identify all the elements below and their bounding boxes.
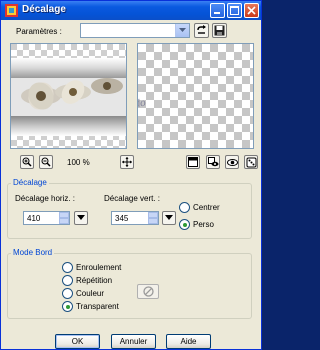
randomize-button[interactable]	[206, 155, 220, 169]
save-disk-icon	[214, 25, 225, 36]
chevron-down-icon	[165, 215, 173, 220]
radio-couleur-label[interactable]: Couleur	[76, 289, 104, 298]
no-color-icon	[142, 286, 154, 297]
watermark-text: © Les douceurs de Clodo	[137, 96, 147, 128]
vertical-offset-spinner[interactable]: 345	[111, 211, 159, 225]
preview-window-icon	[188, 157, 198, 167]
radio-centrer-label[interactable]: Centrer	[193, 203, 220, 212]
decalage-group-title: Décalage	[11, 178, 49, 187]
undo-arrow-icon	[197, 25, 206, 34]
radio-enroulement[interactable]	[62, 262, 73, 273]
window-title: Décalage	[22, 4, 66, 15]
close-icon	[247, 6, 256, 15]
reset-defaults-button[interactable]	[244, 155, 258, 169]
radio-repetition[interactable]	[62, 275, 73, 286]
color-swatch-button[interactable]	[137, 284, 159, 299]
help-button[interactable]: Aide	[166, 334, 211, 349]
radio-enroulement-label[interactable]: Enroulement	[76, 263, 121, 272]
preview-after[interactable]: © Les douceurs de Clodo	[137, 43, 254, 149]
ok-button-label: OK	[71, 337, 84, 346]
horizontal-offset-spinner[interactable]: 410	[23, 211, 70, 225]
presets-label: Paramètres :	[16, 27, 62, 36]
horizontal-offset-slider-button[interactable]	[74, 211, 88, 225]
dice-eye-icon	[207, 156, 218, 166]
close-button[interactable]	[244, 3, 259, 18]
presets-select[interactable]	[80, 23, 190, 38]
eye-icon	[226, 158, 238, 166]
save-preset-button[interactable]	[212, 23, 227, 38]
radio-transparent-label[interactable]: Transparent	[76, 302, 119, 311]
magnifier-plus-icon	[22, 157, 32, 167]
reset-preset-button[interactable]	[194, 23, 209, 38]
radio-centrer[interactable]	[179, 202, 190, 213]
horizontal-offset-label: Décalage horiz. :	[15, 194, 76, 203]
preview-before[interactable]	[10, 43, 127, 149]
chevron-down-icon	[77, 215, 85, 220]
vertical-offset-slider-button[interactable]	[162, 211, 176, 225]
preview-before-image	[11, 44, 126, 148]
minimize-button[interactable]	[210, 3, 225, 18]
radio-couleur[interactable]	[62, 288, 73, 299]
minimize-icon	[214, 12, 220, 14]
magnifier-minus-icon	[41, 157, 51, 167]
help-button-label: Aide	[180, 337, 197, 346]
pan-button[interactable]	[120, 155, 134, 169]
mode-bord-group-title: Mode Bord	[11, 248, 55, 257]
zoom-in-button[interactable]	[20, 155, 34, 169]
vertical-offset-value: 345	[115, 214, 129, 223]
chevron-down-icon	[179, 28, 186, 32]
mode-bord-group	[7, 253, 252, 319]
horizontal-offset-value: 410	[27, 214, 41, 223]
decalage-dialog: Décalage Paramètres : Clodo 100 % Décala…	[0, 0, 262, 350]
radio-perso-label[interactable]: Perso	[193, 220, 214, 229]
ok-button[interactable]: OK	[55, 334, 100, 349]
presets-dropdown-button[interactable]	[175, 24, 189, 37]
vertical-offset-arrows[interactable]	[148, 212, 158, 224]
move-cross-icon	[122, 157, 132, 167]
cancel-button[interactable]: Annuler	[111, 334, 156, 349]
title-bar[interactable]: Décalage	[1, 1, 261, 20]
horizontal-offset-arrows[interactable]	[59, 212, 69, 224]
maximize-button[interactable]	[227, 3, 242, 18]
vertical-offset-label: Décalage vert. :	[104, 194, 161, 203]
zoom-out-button[interactable]	[39, 155, 53, 169]
radio-repetition-label[interactable]: Répétition	[76, 276, 112, 285]
radio-perso[interactable]	[179, 219, 190, 230]
dice-icon	[246, 157, 256, 167]
zoom-level: 100 %	[67, 158, 90, 167]
auto-proof-button[interactable]	[225, 155, 239, 169]
app-icon	[5, 4, 18, 17]
maximize-icon	[230, 6, 239, 15]
cancel-button-label: Annuler	[119, 337, 148, 346]
proof-button[interactable]	[186, 155, 200, 169]
radio-transparent[interactable]	[62, 301, 73, 312]
